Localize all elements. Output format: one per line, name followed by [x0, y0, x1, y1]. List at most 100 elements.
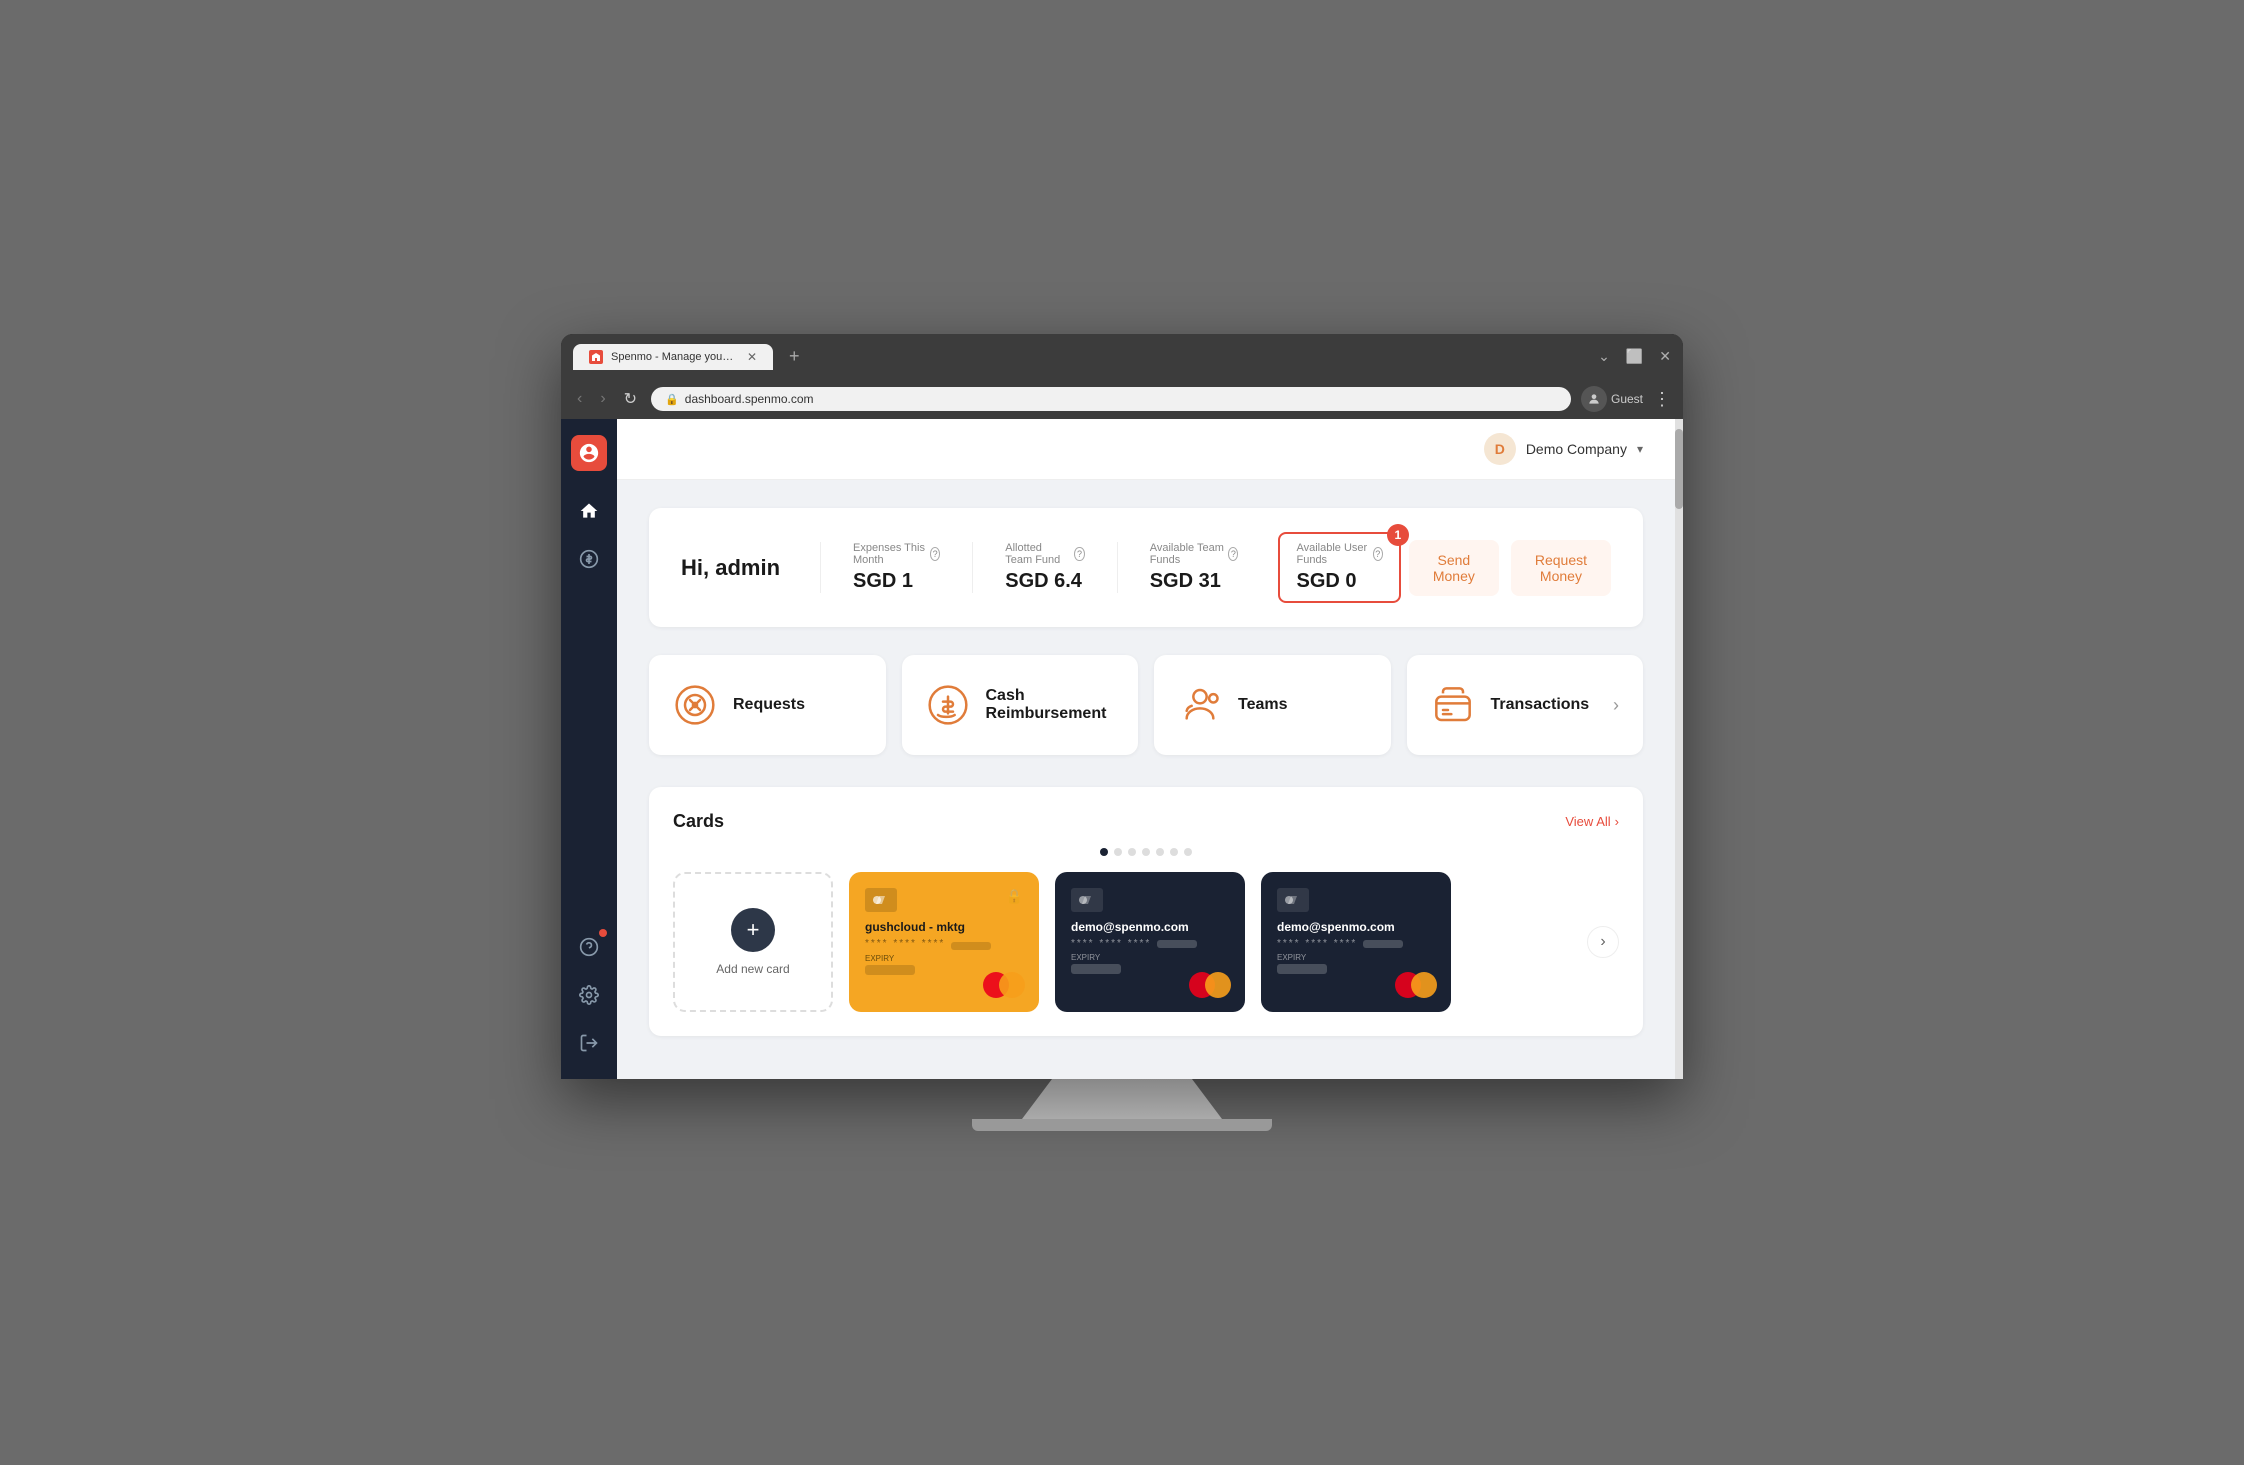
card-expiry-val-dark-2 — [1277, 964, 1327, 974]
cards-title: Cards — [673, 811, 724, 832]
add-card-button[interactable]: + Add new card — [673, 872, 833, 1012]
card-name-dark-2: demo@spenmo.com — [1277, 920, 1435, 934]
card-expiry-val-orange — [865, 965, 915, 975]
view-all-button[interactable]: View All › — [1565, 814, 1619, 829]
scrollbar-thumb[interactable] — [1675, 429, 1683, 509]
browser-chrome: Spenmo - Manage your compan... ✕ + ⌄ ⬜ ✕… — [561, 334, 1683, 419]
carousel-dot-4[interactable] — [1142, 848, 1150, 856]
card-last-digits — [951, 942, 991, 950]
top-header: D Demo Company ▾ — [617, 419, 1675, 480]
window-controls: ⌄ ⬜ ✕ — [1598, 348, 1671, 365]
sidebar — [561, 419, 617, 1079]
tile-requests-label: Requests — [733, 696, 805, 714]
lock-icon: 🔒 — [665, 393, 679, 406]
address-bar[interactable]: 🔒 dashboard.spenmo.com — [651, 387, 1571, 411]
carousel-dot-6[interactable] — [1170, 848, 1178, 856]
card-demo-1[interactable]: demo@spenmo.com **** **** **** EXPIRY — [1055, 872, 1245, 1012]
cash-reimbursement-icon — [926, 683, 970, 727]
tab-favicon — [589, 350, 603, 364]
sidebar-item-logout[interactable] — [569, 1023, 609, 1063]
card-expiry-label-dark-1: EXPIRY — [1071, 953, 1229, 962]
tile-transactions[interactable]: Transactions › — [1407, 655, 1644, 755]
spenmo-logo[interactable] — [571, 435, 607, 471]
reload-button[interactable]: ↻ — [620, 385, 641, 413]
quick-tiles: Requests Cash Reimbursement — [649, 655, 1643, 755]
available-team-label: Available Team Funds ? — [1150, 542, 1239, 566]
stats-bar: Hi, admin Expenses This Month ? SGD 1 Al… — [649, 508, 1643, 627]
expenses-info-icon[interactable]: ? — [930, 547, 940, 561]
browser-tab[interactable]: Spenmo - Manage your compan... ✕ — [573, 344, 773, 370]
available-team-info-icon[interactable]: ? — [1228, 547, 1238, 561]
app-wrapper: D Demo Company ▾ Hi, admin Expenses This… — [561, 419, 1683, 1079]
sidebar-item-settings[interactable] — [569, 975, 609, 1015]
spenmo-card-logo-dark-2 — [1277, 888, 1309, 912]
card-demo-2[interactable]: demo@spenmo.com **** **** **** EXPIRY — [1261, 872, 1451, 1012]
card-expiry-label-orange: EXPIRY — [865, 954, 1023, 963]
card-gushcloud[interactable]: 🔒 gushcloud - mktg **** **** **** EXPIRY — [849, 872, 1039, 1012]
address-text: dashboard.spenmo.com — [685, 392, 814, 406]
monitor-screen: Spenmo - Manage your compan... ✕ + ⌄ ⬜ ✕… — [561, 334, 1683, 1079]
profile-button[interactable]: Guest — [1581, 386, 1643, 412]
greeting-text: Hi, admin — [681, 555, 780, 581]
tile-transactions-label: Transactions — [1491, 696, 1590, 714]
minimize-button[interactable]: ⌄ — [1598, 348, 1610, 365]
available-team-value: SGD 31 — [1150, 570, 1239, 593]
company-dropdown-icon: ▾ — [1637, 442, 1643, 456]
browser-menu-button[interactable]: ⋮ — [1653, 389, 1671, 410]
cards-header: Cards View All › — [673, 811, 1619, 832]
tab-title: Spenmo - Manage your compan... — [611, 351, 735, 363]
restore-button[interactable]: ⬜ — [1626, 348, 1643, 365]
tile-teams[interactable]: Teams — [1154, 655, 1391, 755]
new-tab-button[interactable]: + — [781, 342, 808, 371]
available-user-label: Available User Funds ? — [1296, 542, 1382, 566]
sidebar-bottom — [569, 927, 609, 1063]
dashboard-body: Hi, admin Expenses This Month ? SGD 1 Al… — [617, 480, 1675, 1064]
requests-icon — [673, 683, 717, 727]
teams-icon — [1178, 683, 1222, 727]
card-name-dark-1: demo@spenmo.com — [1071, 920, 1229, 934]
available-team-stat: Available Team Funds ? SGD 31 — [1117, 542, 1271, 593]
mastercard-logo-orange — [983, 972, 1025, 998]
carousel-dots — [673, 848, 1619, 856]
help-badge — [599, 929, 607, 937]
main-content: D Demo Company ▾ Hi, admin Expenses This… — [617, 419, 1675, 1079]
view-all-arrow-icon: › — [1615, 814, 1619, 829]
allotted-info-icon[interactable]: ? — [1074, 547, 1084, 561]
carousel-dot-2[interactable] — [1114, 848, 1122, 856]
tile-cash-reimbursement[interactable]: Cash Reimbursement — [902, 655, 1139, 755]
monitor-stand — [1022, 1079, 1222, 1119]
tile-requests[interactable]: Requests — [649, 655, 886, 755]
carousel-dot-1[interactable] — [1100, 848, 1108, 856]
sidebar-item-help[interactable] — [569, 927, 609, 967]
available-user-info-icon[interactable]: ? — [1373, 547, 1383, 561]
card-number-stars-dark-1: **** **** **** — [1071, 938, 1151, 949]
send-money-button[interactable]: Send Money — [1409, 540, 1499, 596]
profile-avatar — [1581, 386, 1607, 412]
available-user-value: SGD 0 — [1296, 570, 1382, 593]
card-last-digits-dark-2 — [1363, 940, 1403, 948]
sidebar-item-home[interactable] — [569, 491, 609, 531]
cards-grid: + Add new card — [673, 872, 1619, 1012]
sidebar-item-dollar[interactable] — [569, 539, 609, 579]
allotted-value: SGD 6.4 — [1005, 570, 1084, 593]
company-selector[interactable]: D Demo Company ▾ — [1484, 433, 1643, 465]
carousel-dot-3[interactable] — [1128, 848, 1136, 856]
tile-teams-label: Teams — [1238, 696, 1288, 714]
expenses-stat: Expenses This Month ? SGD 1 — [820, 542, 972, 593]
request-money-button[interactable]: Request Money — [1511, 540, 1611, 596]
tab-close-button[interactable]: ✕ — [747, 350, 757, 364]
scrollbar[interactable] — [1675, 419, 1683, 1079]
profile-name: Guest — [1611, 392, 1643, 406]
carousel-next-button[interactable]: › — [1587, 926, 1619, 958]
forward-button[interactable]: › — [596, 386, 609, 412]
carousel-dot-5[interactable] — [1156, 848, 1164, 856]
card-last-digits-dark-1 — [1157, 940, 1197, 948]
carousel-dot-7[interactable] — [1184, 848, 1192, 856]
card-expiry-val-dark-1 — [1071, 964, 1121, 974]
spenmo-card-logo-dark-1 — [1071, 888, 1103, 912]
back-button[interactable]: ‹ — [573, 386, 586, 412]
close-button[interactable]: ✕ — [1659, 348, 1671, 365]
company-avatar: D — [1484, 433, 1516, 465]
card-number-stars: **** **** **** — [865, 938, 945, 950]
monitor-base — [972, 1119, 1272, 1131]
